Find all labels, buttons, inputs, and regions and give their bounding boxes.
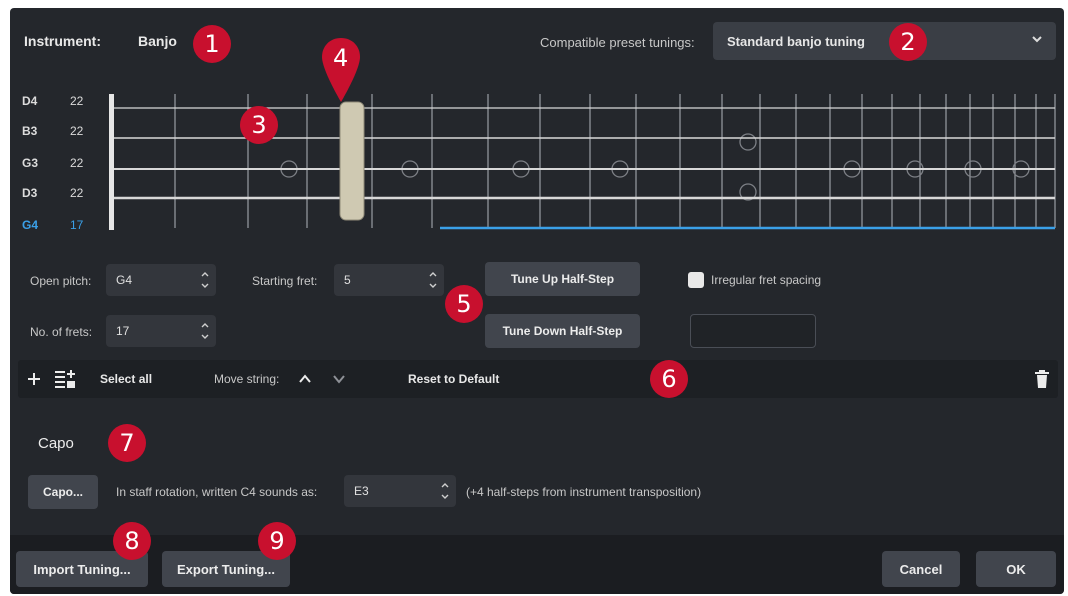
number-of-frets-field[interactable]: 17 <box>106 315 216 347</box>
add-string-options-icon[interactable] <box>54 369 76 389</box>
starting-fret-field[interactable]: 5 <box>334 264 444 296</box>
string-fret-count: 22 <box>70 94 84 108</box>
callout-marker: 5 <box>445 285 483 323</box>
chevron-up-icon[interactable] <box>298 372 312 386</box>
capo-handle[interactable] <box>339 101 365 221</box>
edit-strings-dialog: Instrument: Banjo Compatible preset tuni… <box>10 8 1064 594</box>
callout-marker: 6 <box>650 360 688 398</box>
open-pitch-label: Open pitch: <box>30 274 92 288</box>
callout-marker: 4 <box>333 44 349 72</box>
open-pitch-field[interactable]: G4 <box>106 264 216 296</box>
string-toolbar: Select all Move string: Reset to Default <box>18 360 1058 398</box>
nut <box>109 94 114 230</box>
cancel-button[interactable]: Cancel <box>882 551 960 587</box>
callout-marker: 3 <box>240 106 278 144</box>
capo-pitch-value: E3 <box>354 484 369 498</box>
callout-marker: 2 <box>889 23 927 61</box>
fretboard-frets <box>174 94 1056 228</box>
string-fret-count: 22 <box>70 156 84 170</box>
fret-markers <box>280 133 1030 201</box>
preset-tuning-value: Standard banjo tuning <box>727 34 865 49</box>
select-all-button[interactable]: Select all <box>100 372 152 386</box>
irregular-fret-spacing-label: Irregular fret spacing <box>711 273 822 287</box>
string-fret-count: 17 <box>70 218 84 232</box>
string-name: D4 <box>22 94 38 108</box>
trash-icon[interactable] <box>1034 370 1050 388</box>
capo-heading: Capo <box>38 435 74 452</box>
capo-sounds-label: In staff rotation, written C4 sounds as: <box>116 485 318 499</box>
callout-marker: 9 <box>258 522 296 560</box>
spinner-arrows-icon[interactable] <box>440 479 450 503</box>
preset-tunings-label: Compatible preset tunings: <box>540 35 695 50</box>
tune-up-half-step-button[interactable]: Tune Up Half-Step <box>485 262 640 296</box>
move-string-label: Move string: <box>214 372 280 386</box>
spinner-arrows-icon[interactable] <box>200 319 210 343</box>
callout-marker: 7 <box>108 424 146 462</box>
callout-marker: 1 <box>193 25 231 63</box>
ok-button[interactable]: OK <box>976 551 1056 587</box>
reset-to-default-button[interactable]: Reset to Default <box>408 372 499 386</box>
capo-button[interactable]: Capo... <box>28 475 98 509</box>
string-fret-count: 22 <box>70 186 84 200</box>
string-name: G4 <box>22 218 39 232</box>
add-icon[interactable] <box>26 371 42 387</box>
chevron-down-icon[interactable] <box>332 372 346 386</box>
dialog-footer: Import Tuning... Export Tuning... Cancel… <box>10 535 1064 594</box>
string-fret-count: 22 <box>70 124 84 138</box>
callout-marker: 8 <box>113 522 151 560</box>
string-name: D3 <box>22 186 38 200</box>
fret-spacing-field[interactable] <box>690 314 816 348</box>
chevron-down-icon <box>1032 36 1042 43</box>
instrument-label: Instrument: <box>24 33 101 49</box>
spinner-arrows-icon[interactable] <box>200 268 210 292</box>
irregular-fret-spacing-checkbox[interactable] <box>688 272 704 288</box>
string-list: D4 22 B3 22 G3 22 D3 22 G4 17 <box>22 94 92 234</box>
preset-tuning-select[interactable]: Standard banjo tuning <box>713 22 1056 60</box>
transposition-note: (+4 half-steps from instrument transposi… <box>466 485 702 499</box>
string-name: G3 <box>22 156 39 170</box>
instrument-name: Banjo <box>138 33 177 49</box>
tune-down-half-step-button[interactable]: Tune Down Half-Step <box>485 314 640 348</box>
starting-fret-value: 5 <box>344 273 351 287</box>
starting-fret-label: Starting fret: <box>252 274 318 288</box>
spinner-arrows-icon[interactable] <box>428 268 438 292</box>
number-of-frets-value: 17 <box>116 324 130 338</box>
capo-pitch-field[interactable]: E3 <box>344 475 456 507</box>
number-of-frets-label: No. of frets: <box>30 325 93 339</box>
open-pitch-value: G4 <box>116 273 133 287</box>
string-name: B3 <box>22 124 38 138</box>
